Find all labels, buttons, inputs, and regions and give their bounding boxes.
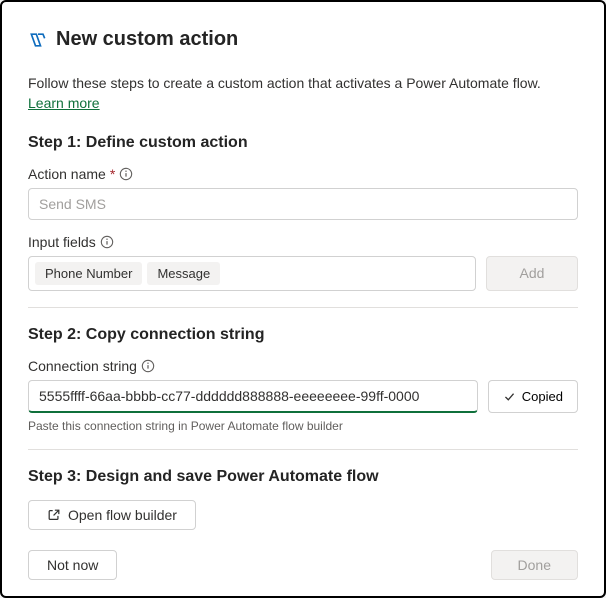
info-icon[interactable] xyxy=(119,167,133,181)
step1-title: Step 1: Define custom action xyxy=(28,134,578,152)
action-name-label: Action name * xyxy=(28,166,578,182)
new-custom-action-panel: New custom action Follow these steps to … xyxy=(0,0,606,598)
learn-more-link[interactable]: Learn more xyxy=(28,95,100,111)
divider xyxy=(28,307,578,308)
copilot-icon xyxy=(28,30,48,50)
open-flow-label: Open flow builder xyxy=(68,507,177,523)
step3-title: Step 3: Design and save Power Automate f… xyxy=(28,468,578,486)
open-flow-builder-button[interactable]: Open flow builder xyxy=(28,500,196,530)
copied-label: Copied xyxy=(522,389,563,404)
done-button: Done xyxy=(491,550,578,580)
panel-footer: Not now Done xyxy=(28,530,578,580)
chip-message[interactable]: Message xyxy=(147,262,220,285)
input-fields-label: Input fields xyxy=(28,234,578,250)
connection-string-input[interactable] xyxy=(28,380,478,413)
input-fields-chipbox[interactable]: Phone Number Message xyxy=(28,256,476,291)
open-external-icon xyxy=(47,508,61,522)
action-name-input[interactable] xyxy=(28,188,578,220)
step2-title: Step 2: Copy connection string xyxy=(28,326,578,344)
panel-header: New custom action xyxy=(28,28,578,51)
step2-section: Step 2: Copy connection string Connectio… xyxy=(28,326,578,433)
info-icon[interactable] xyxy=(141,359,155,373)
step3-section: Step 3: Design and save Power Automate f… xyxy=(28,468,578,530)
connection-helper-text: Paste this connection string in Power Au… xyxy=(28,419,578,433)
connection-string-label: Connection string xyxy=(28,358,578,374)
chip-phone-number[interactable]: Phone Number xyxy=(35,262,142,285)
panel-title: New custom action xyxy=(56,28,238,51)
required-asterisk: * xyxy=(110,166,115,182)
intro-text: Follow these steps to create a custom ac… xyxy=(28,73,578,114)
intro-body: Follow these steps to create a custom ac… xyxy=(28,75,541,91)
divider xyxy=(28,449,578,450)
add-input-field-button: Add xyxy=(486,256,578,291)
step1-section: Step 1: Define custom action Action name… xyxy=(28,134,578,291)
check-icon xyxy=(503,390,516,403)
not-now-button[interactable]: Not now xyxy=(28,550,117,580)
copy-connection-button[interactable]: Copied xyxy=(488,380,578,413)
info-icon[interactable] xyxy=(100,235,114,249)
